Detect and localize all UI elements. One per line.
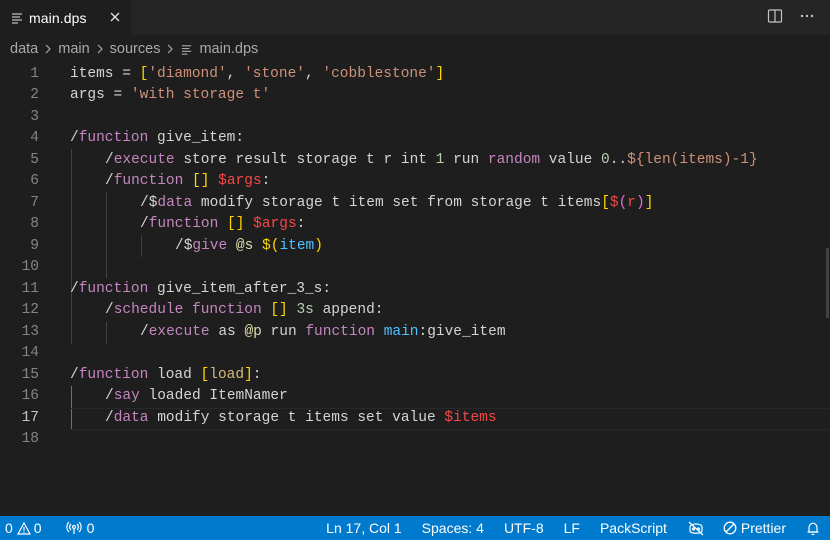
line-number: 16 xyxy=(21,388,39,405)
code-line: 4 /function give_item: xyxy=(0,128,830,150)
code-line: 5 /execute store result storage t r int … xyxy=(0,149,830,171)
language-mode[interactable]: PackScript xyxy=(594,516,673,540)
chevron-right-icon xyxy=(166,43,174,55)
line-number: 4 xyxy=(30,130,39,147)
code-line: 6 /function [] $args: xyxy=(0,171,830,193)
close-icon[interactable] xyxy=(107,9,123,25)
more-actions-icon[interactable] xyxy=(796,5,818,27)
line-number: 10 xyxy=(21,259,39,276)
line-number: 1 xyxy=(30,65,39,82)
line-number: 7 xyxy=(30,194,39,211)
broadcast-icon xyxy=(65,521,82,535)
chevron-right-icon xyxy=(96,43,104,55)
code-editor[interactable]: 1 items = ['diamond', 'stone', 'cobblest… xyxy=(0,63,830,516)
code-line: 3 xyxy=(0,106,830,128)
code-line: 1 items = ['diamond', 'stone', 'cobblest… xyxy=(0,63,830,85)
breadcrumb-sources[interactable]: sources xyxy=(110,41,161,57)
tab-label: main.dps xyxy=(29,9,87,26)
code-text: items = ['diamond', 'stone', 'cobbleston… xyxy=(70,65,445,82)
code-line: 9 /$give @s $(item) xyxy=(0,235,830,257)
code-line: 12 /schedule function [] 3s append: xyxy=(0,300,830,322)
code-line: 16 /say loaded ItemNamer xyxy=(0,386,830,408)
code-text: /function load [load]: xyxy=(70,366,262,383)
prettier-status[interactable]: Prettier xyxy=(717,516,792,540)
tab-main-dps[interactable]: main.dps xyxy=(0,0,131,35)
code-text: /function give_item_after_3_s: xyxy=(70,280,332,297)
line-number: 17 xyxy=(21,409,39,426)
line-number: 14 xyxy=(21,345,39,362)
code-text: /function [] $args: xyxy=(140,216,306,233)
disabled-circle-icon xyxy=(723,521,737,535)
line-number: 3 xyxy=(30,108,39,125)
line-number: 6 xyxy=(30,173,39,190)
code-line: 18 xyxy=(0,429,830,451)
line-number: 2 xyxy=(30,87,39,104)
file-lines-icon xyxy=(10,11,24,25)
code-text: /schedule function [] 3s append: xyxy=(105,302,384,319)
code-line: 8 /function [] $args: xyxy=(0,214,830,236)
line-number: 5 xyxy=(30,151,39,168)
split-editor-icon[interactable] xyxy=(764,5,786,27)
code-text: /$data modify storage t item set from st… xyxy=(140,194,654,211)
code-line-active: 17 /data modify storage t items set valu… xyxy=(0,407,830,429)
code-text: /say loaded ItemNamer xyxy=(105,388,288,405)
line-number: 12 xyxy=(21,302,39,319)
code-line: 2 args = 'with storage t' xyxy=(0,85,830,107)
code-line: 10 xyxy=(0,257,830,279)
breadcrumb: data main sources main.dps xyxy=(0,35,830,63)
line-number: 18 xyxy=(21,431,39,448)
vertical-scrollbar[interactable] xyxy=(818,63,830,516)
code-text: args = 'with storage t' xyxy=(70,87,271,104)
ports-count: 0 xyxy=(86,520,95,536)
indentation[interactable]: Spaces: 4 xyxy=(416,516,490,540)
code-line: 13 /execute as @p run function main:give… xyxy=(0,321,830,343)
warning-icon xyxy=(16,521,31,535)
chevron-right-icon xyxy=(44,43,52,55)
code-text: /execute as @p run function main:give_it… xyxy=(140,323,506,340)
breadcrumb-file[interactable]: main.dps xyxy=(199,41,258,57)
line-number: 11 xyxy=(21,280,39,297)
code-text: /function [] $args: xyxy=(105,173,271,190)
tab-bar: main.dps xyxy=(0,0,830,35)
status-bar: 0 0 0 Ln 17, Col 1 Spaces: 4 UTF-8 LF Pa… xyxy=(0,516,830,540)
code-line: 14 xyxy=(0,343,830,365)
encoding[interactable]: UTF-8 xyxy=(498,516,550,540)
scrollbar-thumb[interactable] xyxy=(826,248,829,318)
breadcrumb-data[interactable]: data xyxy=(10,41,38,57)
problems-indicator[interactable]: 0 0 xyxy=(0,516,48,540)
bell-icon[interactable] xyxy=(800,516,830,540)
breadcrumb-main[interactable]: main xyxy=(58,41,89,57)
error-count: 0 xyxy=(5,520,13,536)
code-text: /execute store result storage t r int 1 … xyxy=(105,151,758,168)
end-of-line[interactable]: LF xyxy=(558,516,586,540)
code-line: 11 /function give_item_after_3_s: xyxy=(0,278,830,300)
warning-count: 0 xyxy=(33,520,42,536)
line-number: 13 xyxy=(21,323,39,340)
line-number: 9 xyxy=(30,237,39,254)
code-text: /$give @s $(item) xyxy=(175,237,323,254)
copilot-disabled-icon[interactable] xyxy=(681,516,711,540)
file-lines-icon xyxy=(180,43,193,56)
code-text: /function give_item: xyxy=(70,130,245,147)
line-number: 8 xyxy=(30,216,39,233)
prettier-label: Prettier xyxy=(740,520,786,536)
line-number: 15 xyxy=(21,366,39,383)
ports-indicator[interactable]: 0 xyxy=(60,516,101,540)
code-line: 15 /function load [load]: xyxy=(0,364,830,386)
code-line: 7 /$data modify storage t item set from … xyxy=(0,192,830,214)
code-text: /data modify storage t items set value $… xyxy=(105,409,497,426)
cursor-position[interactable]: Ln 17, Col 1 xyxy=(320,516,408,540)
